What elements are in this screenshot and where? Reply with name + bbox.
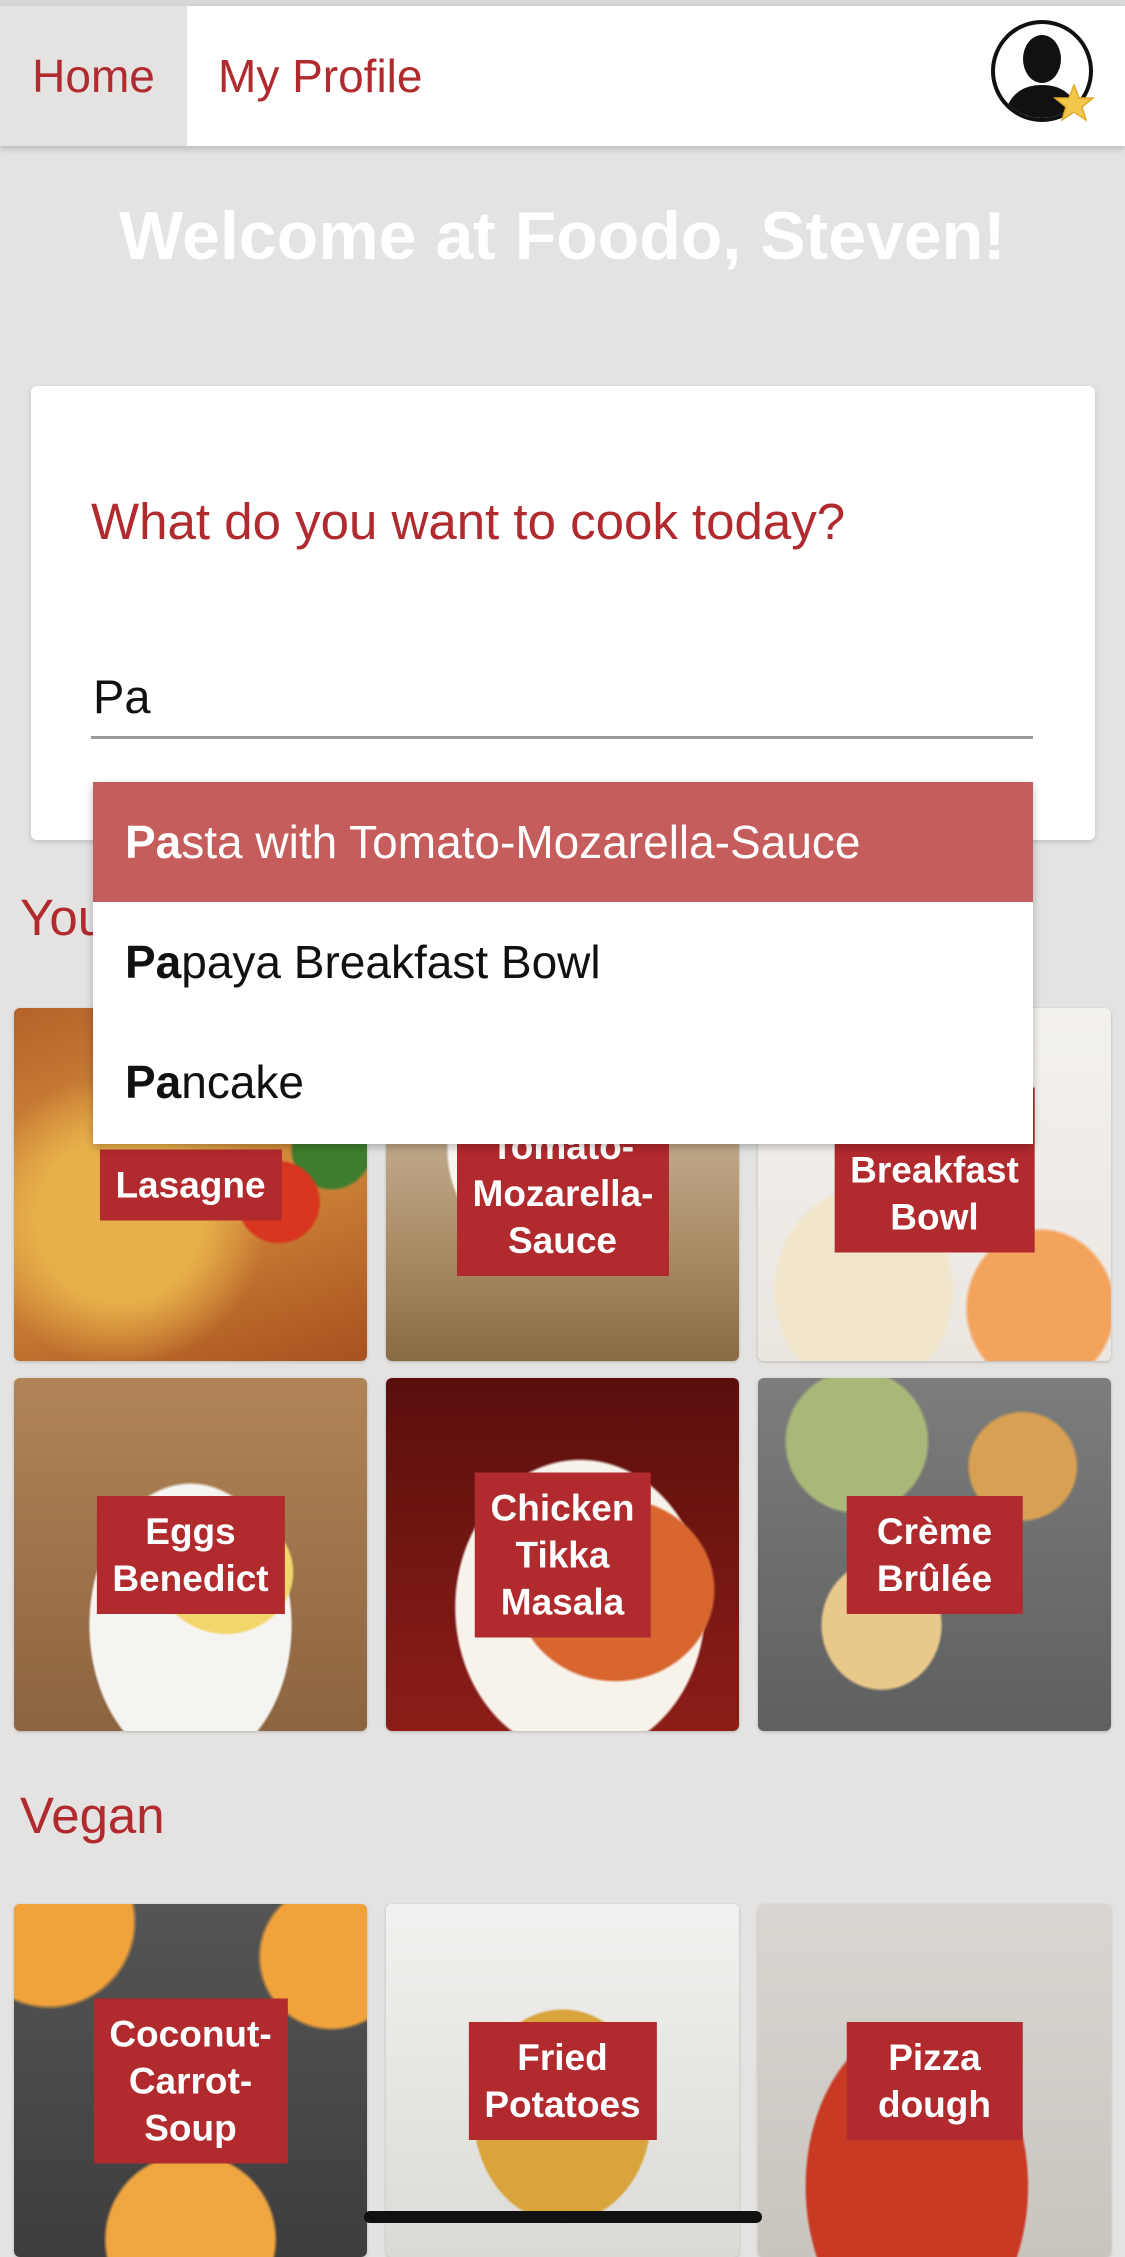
autocomplete-match: Pa <box>125 1056 182 1108</box>
recipe-tile-chicken-tikka[interactable]: Chicken Tikka Masala <box>386 1378 739 1731</box>
recipe-tile-coconut-carrot-soup[interactable]: Coconut-Carrot-Soup <box>14 1904 367 2257</box>
autocomplete-rest: paya Breakfast Bowl <box>181 936 601 988</box>
user-avatar-star-icon[interactable] <box>990 19 1102 131</box>
autocomplete-rest: sta with Tomato-Mozarella-Sauce <box>181 816 861 868</box>
section-title-vegan: Vegan <box>20 1787 165 1844</box>
autocomplete-item-pasta[interactable]: Pa sta with Tomato-Mozarella-Sauce <box>93 782 1033 902</box>
recipe-tile-pizza-dough[interactable]: Pizza dough <box>758 1904 1111 2257</box>
autocomplete-dropdown: Pa sta with Tomato-Mozarella-Sauce Pa paya… <box>93 782 1033 1144</box>
autocomplete-match: Pa <box>125 936 182 988</box>
home-indicator[interactable] <box>364 2211 762 2223</box>
recipe-search-input[interactable] <box>91 656 1033 739</box>
recipe-tile-label: Pizza dough <box>846 2021 1023 2140</box>
autocomplete-item-pancake[interactable]: Pa ncake <box>93 1022 1033 1142</box>
autocomplete-item-papaya[interactable]: Pa paya Breakfast Bowl <box>93 902 1033 1022</box>
recipe-tile-label: Fried Potatoes <box>468 2021 657 2140</box>
recipe-tile-eggs-benedict[interactable]: Eggs Benedict <box>14 1378 367 1731</box>
recipe-tile-label: Eggs Benedict <box>96 1495 285 1614</box>
search-card: What do you want to cook today? <box>31 386 1095 840</box>
recipe-tile-fried-potatoes[interactable]: Fried Potatoes <box>386 1904 739 2257</box>
top-navbar: Home My Profile <box>0 6 1125 146</box>
recipe-tile-label: Crème Brûlée <box>846 1495 1023 1614</box>
nav-my-profile-link[interactable]: My Profile <box>218 6 422 146</box>
recipe-tile-creme-brulee[interactable]: Crème Brûlée <box>758 1378 1111 1731</box>
autocomplete-rest: ncake <box>181 1056 305 1108</box>
search-question: What do you want to cook today? <box>91 493 846 550</box>
welcome-heading: Welcome at Foodo, Steven! <box>119 198 1006 274</box>
nav-home-link[interactable]: Home <box>0 6 187 146</box>
recipe-tile-label: Chicken Tikka Masala <box>474 1472 651 1637</box>
recipe-tile-label: Coconut-Carrot-Soup <box>93 1998 288 2163</box>
autocomplete-match: Pa <box>125 816 182 868</box>
recipe-tile-label: Lasagne <box>99 1149 282 1220</box>
